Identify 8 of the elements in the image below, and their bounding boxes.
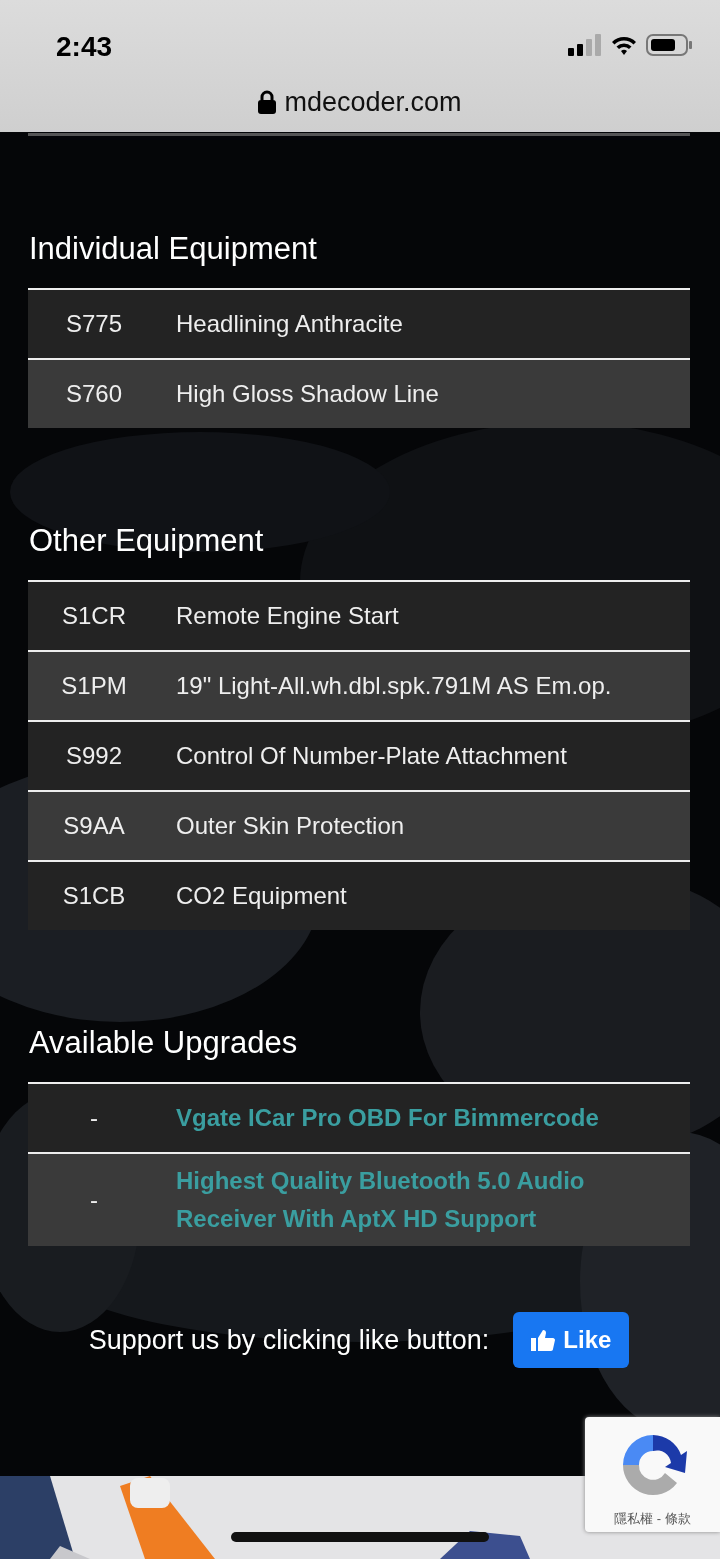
status-time: 2:43 (56, 30, 113, 64)
url-text[interactable]: mdecoder.com (284, 82, 462, 123)
battery-icon (646, 34, 692, 56)
home-indicator[interactable] (231, 1532, 489, 1542)
wifi-icon (610, 34, 638, 56)
privacy-terms-links[interactable]: 隱私權 - 條款 (614, 1508, 691, 1528)
lock-icon (258, 90, 277, 115)
signal-icon (568, 34, 602, 56)
